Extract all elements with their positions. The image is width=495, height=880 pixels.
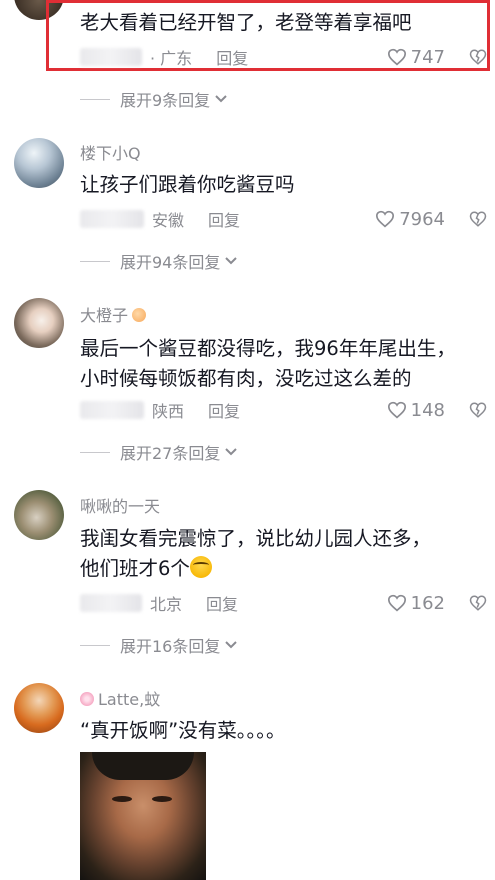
divider bbox=[80, 644, 110, 646]
like-count: 7964 bbox=[399, 208, 445, 230]
image-eye bbox=[112, 796, 132, 802]
flower-icon bbox=[80, 692, 94, 706]
heart-icon bbox=[376, 210, 395, 228]
blurred-date bbox=[80, 48, 142, 66]
username[interactable]: 啾啾的一天 bbox=[80, 493, 160, 517]
blurred-date bbox=[80, 210, 144, 228]
like-count: 148 bbox=[410, 399, 445, 421]
expand-label: 展开16条回复 bbox=[120, 637, 221, 656]
dislike-button[interactable] bbox=[469, 399, 489, 421]
expand-replies[interactable]: 展开27条回复 bbox=[80, 441, 238, 463]
reply-button[interactable]: 回复 bbox=[206, 591, 238, 615]
chevron-down-icon bbox=[225, 641, 238, 649]
comment-text: 老大看着已经开智了，老登等着享福吧 bbox=[80, 11, 412, 34]
dislike-button[interactable] bbox=[469, 208, 489, 230]
divider bbox=[80, 451, 110, 453]
comment-text: 最后一个酱豆都没得吃，我96年年尾出生， 小时候每顿饭都有肉，没吃过这么差的 bbox=[80, 334, 456, 394]
comment-image[interactable] bbox=[80, 752, 206, 880]
comment-line: 最后一个酱豆都没得吃，我96年年尾出生， bbox=[80, 337, 456, 360]
like-count: 162 bbox=[410, 592, 445, 614]
like-button[interactable]: 7964 bbox=[375, 208, 445, 230]
heart-icon bbox=[387, 594, 406, 612]
reply-button[interactable]: 回复 bbox=[208, 398, 240, 422]
comment-line: 他们班才6个 bbox=[80, 557, 190, 580]
expand-replies[interactable]: 展开94条回复 bbox=[80, 250, 238, 272]
expand-replies[interactable]: 展开16条回复 bbox=[80, 634, 238, 656]
expand-label: 展开27条回复 bbox=[120, 444, 221, 463]
comment-line-wrap: 他们班才6个 bbox=[80, 554, 431, 584]
avatar[interactable] bbox=[14, 298, 64, 348]
broken-heart-icon bbox=[469, 595, 487, 611]
blurred-date bbox=[80, 401, 144, 419]
comment-meta: 陕西 回复 bbox=[80, 399, 240, 421]
broken-heart-icon bbox=[469, 49, 487, 65]
username[interactable]: Latte,蚊 bbox=[80, 686, 160, 710]
comment-meta: · 广东 回复 bbox=[80, 46, 248, 68]
username[interactable]: 楼下小Q bbox=[80, 140, 141, 164]
location: 陕西 bbox=[152, 402, 185, 421]
expand-label: 展开94条回复 bbox=[120, 253, 221, 272]
comment-text: 我闺女看完震惊了，说比幼儿园人还多， 他们班才6个 bbox=[80, 524, 431, 584]
comment-text: 让孩子们跟着你吃酱豆吗 bbox=[80, 173, 295, 196]
username-text: 大橙子 bbox=[80, 306, 129, 325]
reply-button[interactable]: 回复 bbox=[216, 45, 248, 69]
like-button[interactable]: 747 bbox=[387, 46, 445, 68]
avatar[interactable] bbox=[14, 683, 64, 733]
like-button[interactable]: 162 bbox=[387, 592, 445, 614]
username[interactable]: 大橙子 bbox=[80, 302, 147, 326]
dislike-button[interactable] bbox=[469, 46, 489, 68]
chevron-down-icon bbox=[215, 95, 227, 103]
heart-icon bbox=[387, 48, 406, 66]
location: 安徽 bbox=[152, 211, 185, 230]
image-eye bbox=[152, 796, 172, 802]
like-count: 747 bbox=[410, 46, 445, 68]
comment-meta: 北京 回复 bbox=[80, 592, 238, 614]
image-hair bbox=[92, 752, 194, 780]
comment-text: “真开饭啊”没有菜。。。。 bbox=[80, 719, 286, 742]
comment-meta: 安徽 回复 bbox=[80, 208, 240, 230]
broken-heart-icon bbox=[469, 211, 487, 227]
expand-label: 展开9条回复 bbox=[120, 91, 211, 110]
heart-icon bbox=[387, 401, 406, 419]
blurred-date bbox=[80, 594, 142, 612]
laughing-emoji-icon bbox=[189, 556, 212, 578]
comment-line: 小时候每顿饭都有肉，没吃过这么差的 bbox=[80, 367, 412, 390]
reply-button[interactable]: 回复 bbox=[208, 207, 240, 231]
divider bbox=[80, 260, 110, 262]
avatar[interactable] bbox=[14, 138, 64, 188]
like-button[interactable]: 148 bbox=[387, 399, 445, 421]
location: · 广东 bbox=[150, 49, 193, 68]
divider bbox=[80, 98, 110, 100]
location: 北京 bbox=[150, 595, 183, 614]
comment-line: 我闺女看完震惊了，说比幼儿园人还多， bbox=[80, 527, 432, 550]
chevron-down-icon bbox=[225, 448, 238, 456]
chevron-down-icon bbox=[225, 257, 238, 265]
avatar[interactable] bbox=[14, 490, 64, 540]
broken-heart-icon bbox=[469, 402, 487, 418]
dislike-button[interactable] bbox=[469, 592, 489, 614]
peach-icon bbox=[132, 308, 147, 322]
username-text: Latte,蚊 bbox=[98, 690, 161, 709]
expand-replies[interactable]: 展开9条回复 bbox=[80, 88, 228, 110]
